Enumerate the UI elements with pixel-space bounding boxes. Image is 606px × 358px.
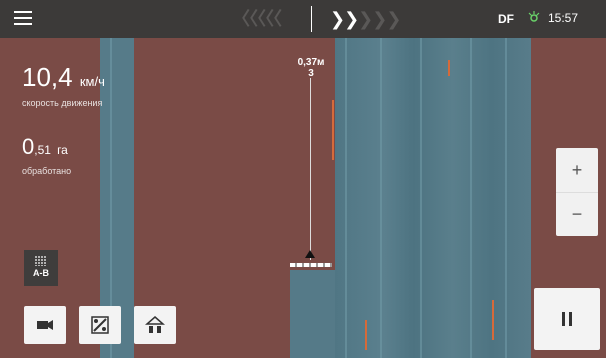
camera-icon: [37, 320, 53, 330]
speed-value: 10,4: [22, 62, 73, 92]
pass-streak: [470, 38, 472, 358]
pass-streak: [505, 38, 507, 358]
ab-lines-icon: [35, 256, 46, 266]
guidance-line: [310, 78, 311, 260]
overlap-marker: [448, 60, 450, 76]
section-control-button[interactable]: [79, 306, 121, 344]
implement-icon: [145, 316, 165, 333]
map-view[interactable]: [0, 0, 606, 358]
chevrons-active: ❯❯: [330, 9, 359, 29]
area-label: обработано: [22, 166, 72, 176]
pause-icon: [569, 312, 572, 326]
covered-pass: [290, 270, 335, 358]
menu-icon[interactable]: [14, 11, 32, 25]
vehicle-position-icon: [305, 250, 315, 258]
chevrons-left-indicator: 〈〈〈〈〈: [232, 9, 282, 29]
guidance-line-index: 3: [308, 68, 314, 79]
pass-streak: [420, 38, 422, 358]
area-unit: га: [57, 143, 68, 157]
zoom-in-button[interactable]: +: [556, 148, 598, 193]
ab-line-label: A-B: [33, 268, 49, 278]
implement-width-bar: [290, 263, 332, 267]
zoom-out-button[interactable]: −: [556, 192, 598, 236]
covered-pass: [335, 38, 531, 358]
status-label: DF: [498, 12, 514, 26]
overlap-marker: [365, 320, 367, 350]
gps-satellite-icon: [528, 11, 540, 22]
pause-button[interactable]: [534, 288, 600, 350]
section-control-icon: [91, 316, 109, 334]
zoom-controls: + −: [556, 148, 598, 236]
overlap-marker: [492, 300, 494, 340]
center-indicator: [311, 6, 312, 32]
implement-settings-button[interactable]: [134, 306, 176, 344]
pause-icon: [562, 312, 565, 326]
pass-streak: [345, 38, 347, 358]
guidance-offset: 0,37м: [297, 57, 325, 68]
area-decimal: ,51: [34, 143, 51, 157]
overlap-marker: [332, 100, 334, 160]
area-value: 0: [22, 134, 35, 159]
speed-unit: км/ч: [79, 74, 105, 89]
speed-label: скорость движения: [22, 98, 103, 108]
chevrons-right-indicator: ❯❯❯❯❯: [330, 8, 401, 30]
area-readout: 0,51 га: [22, 134, 68, 160]
camera-button[interactable]: [24, 306, 66, 344]
speed-readout: 10,4 км/ч: [22, 62, 105, 93]
pass-streak: [380, 38, 382, 358]
chevrons-dim: ❯❯❯: [358, 9, 401, 29]
clock: 15:57: [548, 11, 579, 25]
ab-line-button[interactable]: A-B: [24, 250, 58, 286]
top-bar: 〈〈〈〈〈 ❯❯❯❯❯ DF 15:57: [0, 0, 606, 38]
